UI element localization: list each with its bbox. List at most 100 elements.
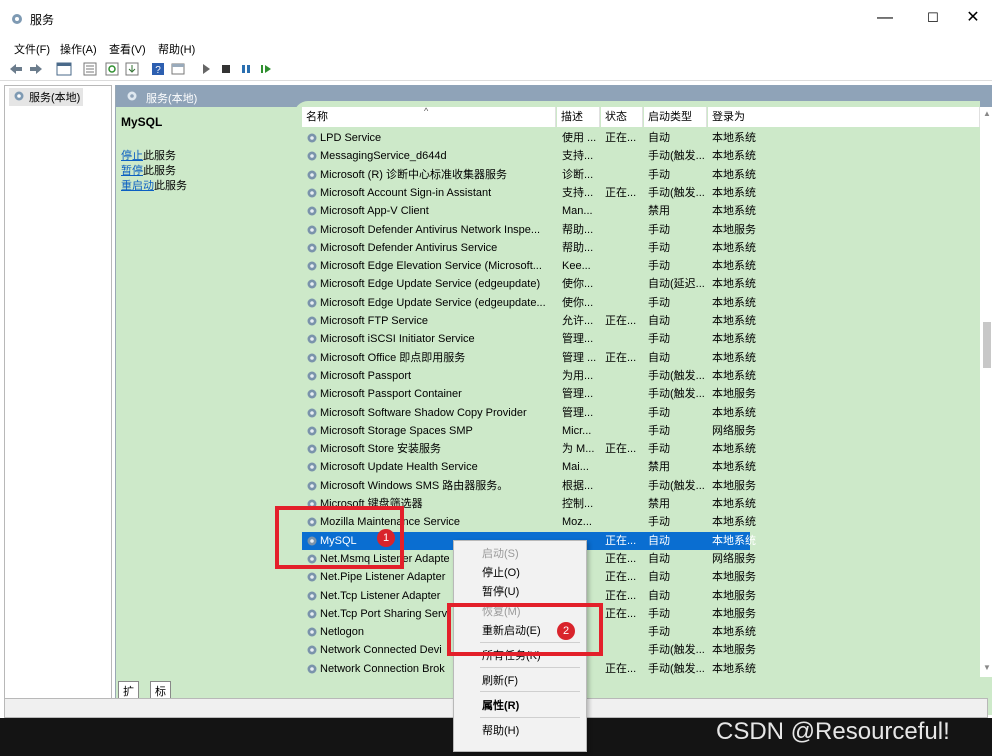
back-icon[interactable] xyxy=(8,61,24,77)
start-service-icon[interactable] xyxy=(198,61,214,77)
column-header-description[interactable]: 描述 xyxy=(557,107,600,127)
list-icon[interactable] xyxy=(82,61,98,77)
gear-icon xyxy=(307,444,317,454)
action-suffix: 此服务 xyxy=(143,165,176,177)
column-header-startup-type[interactable]: 启动类型 xyxy=(644,107,707,127)
cell-status: 正在... xyxy=(605,552,637,565)
gear-icon xyxy=(307,353,317,363)
cell-log-on-as: 本地服务 xyxy=(712,589,756,602)
cell-log-on-as: 本地系统 xyxy=(712,168,756,181)
restart-service-icon[interactable] xyxy=(258,61,274,77)
gear-icon xyxy=(127,91,137,101)
table-row[interactable]: Microsoft Software Shadow Copy Provider 管… xyxy=(294,404,980,422)
gear-icon xyxy=(307,609,317,619)
table-row[interactable]: Network Connected Devi 手动(触发... 本地服务 xyxy=(294,641,980,659)
menu-action[interactable]: 操作(A) xyxy=(60,41,97,57)
table-row[interactable]: Microsoft Store 安装服务 为 M... 正在... 手动 本地系统 xyxy=(294,440,980,458)
stop-service-icon[interactable] xyxy=(218,61,234,77)
maximize-button[interactable]: ☐ xyxy=(918,8,948,28)
table-row[interactable]: Microsoft Edge Elevation Service (Micros… xyxy=(294,257,980,275)
minimize-button[interactable]: — xyxy=(870,8,900,28)
table-row[interactable]: Microsoft App-V Client Man... 禁用 本地系统 xyxy=(294,202,980,220)
column-header-log-on-as[interactable]: 登录为 xyxy=(708,107,980,127)
table-row[interactable]: Microsoft Defender Antivirus Network Ins… xyxy=(294,221,980,239)
cell-name: Microsoft Defender Antivirus Network Ins… xyxy=(320,223,541,236)
table-row[interactable]: Netlogon 手动 本地系统 xyxy=(294,623,980,641)
gear-icon xyxy=(307,426,317,436)
pause-link[interactable]: 暂停 xyxy=(121,165,143,177)
table-row[interactable]: Microsoft Storage Spaces SMP Micr... 手动 网络服… xyxy=(294,422,980,440)
cell-log-on-as: 本地服务 xyxy=(712,644,756,657)
action-suffix: 此服务 xyxy=(143,150,176,162)
help-icon[interactable]: ? xyxy=(150,61,166,77)
cell-log-on-as: 本地系统 xyxy=(712,461,756,474)
menu-view[interactable]: 查看(V) xyxy=(109,41,146,57)
cell-startup-type: 禁用 xyxy=(648,461,670,474)
toolbar: ? xyxy=(0,58,992,81)
menu-file[interactable]: 文件(F) xyxy=(14,41,50,57)
menu-item-properties[interactable]: 属性(R) xyxy=(482,697,519,713)
menu-separator xyxy=(480,667,580,668)
scrollbar-thumb[interactable] xyxy=(983,322,991,368)
table-row[interactable]: Network Connection Brok 正在... 手动(触发... 本地系统 xyxy=(294,660,980,678)
table-row[interactable]: Microsoft Update Health Service Mai... 禁用 本… xyxy=(294,458,980,476)
table-row[interactable]: Microsoft Edge Update Service (edgeupdat… xyxy=(294,275,980,293)
cell-name: Microsoft Edge Update Service (edgeupdat… xyxy=(320,278,541,291)
table-row[interactable]: Net.Pipe Listener Adapter 正在... 自动 本地服务 xyxy=(294,568,980,586)
table-row[interactable]: Microsoft Windows SMS 路由器服务。 根据... 手动(触发..… xyxy=(294,477,980,495)
scroll-up-icon[interactable]: ▲ xyxy=(983,109,991,118)
menu-help[interactable]: 帮助(H) xyxy=(158,41,195,57)
table-row[interactable]: Microsoft Account Sign-in Assistant 支持...… xyxy=(294,184,980,202)
refresh-icon[interactable] xyxy=(104,61,120,77)
table-row[interactable]: Microsoft Edge Update Service (edgeupdat… xyxy=(294,294,980,312)
console-tree-icon[interactable] xyxy=(56,61,72,77)
table-row[interactable]: Microsoft Passport 为用... 手动(触发... 本地系统 xyxy=(294,367,980,385)
cell-startup-type: 手动 xyxy=(648,168,670,181)
cell-log-on-as: 本地服务 xyxy=(712,571,756,584)
cell-description: 允许... xyxy=(562,315,594,327)
cell-log-on-as: 本地系统 xyxy=(712,278,756,291)
forward-icon[interactable] xyxy=(28,61,44,77)
table-row[interactable]: Microsoft iSCSI Initiator Service 管理... 手动… xyxy=(294,330,980,348)
cell-description: 管理... xyxy=(562,333,594,346)
stop-link[interactable]: 停止 xyxy=(121,150,143,162)
column-header-status[interactable]: 状态 xyxy=(601,107,643,127)
table-row[interactable]: MessagingService_d644d 支持... 手动(触发... 本地系统 xyxy=(294,147,980,165)
gear-icon xyxy=(307,645,317,655)
restart-link[interactable]: 重启动 xyxy=(121,180,154,192)
vertical-scrollbar[interactable]: ▲ ▼ xyxy=(980,107,992,677)
properties-icon[interactable] xyxy=(170,61,186,77)
close-button[interactable]: ✕ xyxy=(958,8,988,28)
cell-startup-type: 自动 xyxy=(648,552,670,565)
table-row[interactable]: Microsoft (R) 诊断中心标准收集器服务 诊断... 手动 本地系统 xyxy=(294,166,980,184)
menu-item-pause[interactable]: 暂停(U) xyxy=(482,583,519,599)
cell-name: Microsoft Defender Antivirus Service xyxy=(320,241,498,254)
menu-item-refresh[interactable]: 刷新(F) xyxy=(482,672,518,688)
pause-service-icon[interactable] xyxy=(238,61,254,77)
cell-name: Microsoft Passport Container xyxy=(320,388,462,401)
cell-log-on-as: 本地系统 xyxy=(712,150,756,163)
cell-log-on-as: 网络服务 xyxy=(712,424,756,437)
scroll-down-icon[interactable]: ▼ xyxy=(983,663,991,672)
cell-log-on-as: 本地服务 xyxy=(712,223,756,236)
cell-description: Kee... xyxy=(562,260,591,273)
cell-log-on-as: 本地系统 xyxy=(712,186,756,199)
table-row[interactable]: Microsoft Defender Antivirus Service 帮助..… xyxy=(294,239,980,257)
cell-name: Microsoft (R) 诊断中心标准收集器服务 xyxy=(320,168,507,181)
cell-startup-type: 手动(触发... xyxy=(648,150,705,163)
menu-item-help[interactable]: 帮助(H) xyxy=(482,722,519,738)
watermark: CSDN @Resourceful! xyxy=(716,718,950,745)
cell-description: Mai... xyxy=(562,461,589,474)
export-icon[interactable] xyxy=(124,61,140,77)
table-row[interactable]: Net.Tcp Listener Adapter 正在... 自动 本地服务 xyxy=(294,587,980,605)
column-header-name[interactable]: 名称 xyxy=(302,107,556,127)
menu-item-start[interactable]: 启动(S) xyxy=(482,545,519,561)
table-row[interactable]: Net.Tcp Port Sharing Serv 正在... 手动 本地服务 xyxy=(294,605,980,623)
tree-item-services-local[interactable]: 服务(本地) xyxy=(9,88,84,106)
cell-log-on-as: 本地系统 xyxy=(712,534,756,547)
table-row[interactable]: Microsoft FTP Service 允许... 正在... 自动 本地系统 xyxy=(294,312,980,330)
menu-item-stop[interactable]: 停止(O) xyxy=(482,564,520,580)
table-row[interactable]: Microsoft Passport Container 管理... 手动(触发..… xyxy=(294,385,980,403)
table-row[interactable]: Microsoft Office 即点即用服务 管理 ... 正在... 自动 本地系统 xyxy=(294,349,980,367)
table-row[interactable]: LPD Service 使用 ... 正在... 自动 本地系统 xyxy=(294,129,980,147)
